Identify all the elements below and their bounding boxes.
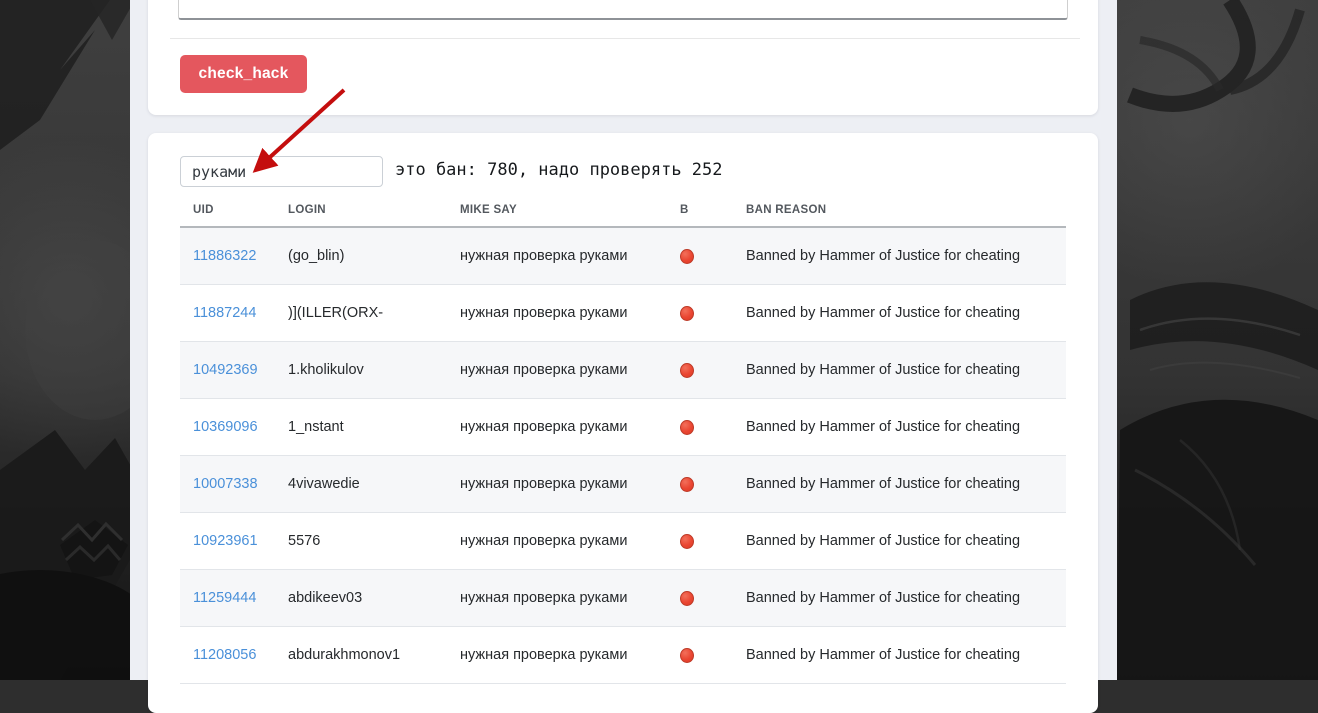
header-ban-reason: BAN REASON (746, 203, 827, 216)
table-row: 11259444 abdikeev03 нужная проверка рука… (180, 570, 1066, 627)
mike-say-cell: нужная проверка руками (460, 647, 628, 663)
uid-link[interactable]: 10923961 (193, 533, 258, 549)
table-row: 10492369 1.kholikulov нужная проверка ру… (180, 342, 1066, 399)
ban-reason-cell: Banned by Hammer of Justice for cheating (746, 533, 1021, 549)
table-row: 11887244 )](ILLER(ORX- нужная проверка р… (180, 285, 1066, 342)
ban-table: UID LOGIN MIKE SAY B BAN REASON 11886322… (180, 193, 1066, 684)
top-panel: check_hack (148, 0, 1098, 115)
header-uid: UID (193, 203, 214, 216)
uid-link[interactable]: 10492369 (193, 362, 258, 378)
ban-summary-text: это бан: 780, надо проверять 252 (395, 160, 723, 180)
hack-input-textarea[interactable] (178, 0, 1068, 20)
mike-say-cell: нужная проверка руками (460, 590, 628, 606)
mike-say-cell: нужная проверка руками (460, 476, 628, 492)
table-row: 11886322 (go_blin) нужная проверка рукам… (180, 228, 1066, 285)
red-circle-icon (680, 590, 694, 606)
login-cell: abdurakhmonov1 (288, 647, 401, 663)
ban-reason-cell: Banned by Hammer of Justice for cheating (746, 590, 1021, 606)
mike-say-cell: нужная проверка руками (460, 533, 628, 549)
login-cell: 1_nstant (288, 419, 344, 435)
table-row: 10923961 5576 нужная проверка руками Ban… (180, 513, 1066, 570)
panel-divider (170, 38, 1080, 39)
results-panel: это бан: 780, надо проверять 252 UID LOG… (148, 133, 1098, 713)
red-circle-icon (680, 647, 694, 663)
mike-say-cell: нужная проверка руками (460, 305, 628, 321)
login-cell: (go_blin) (288, 248, 345, 264)
ban-reason-cell: Banned by Hammer of Justice for cheating (746, 419, 1021, 435)
table-header-row: UID LOGIN MIKE SAY B BAN REASON (180, 193, 1066, 228)
table-row: 11208056 abdurakhmonov1 нужная проверка … (180, 627, 1066, 684)
mike-say-cell: нужная проверка руками (460, 362, 628, 378)
header-mike-say: MIKE SAY (460, 203, 517, 216)
filter-input[interactable] (180, 156, 383, 187)
login-cell: )](ILLER(ORX- (288, 305, 384, 321)
ban-reason-cell: Banned by Hammer of Justice for cheating (746, 362, 1021, 378)
uid-link[interactable]: 11208056 (193, 647, 256, 663)
red-circle-icon (680, 362, 694, 378)
ban-reason-cell: Banned by Hammer of Justice for cheating (746, 248, 1021, 264)
header-login: LOGIN (288, 203, 326, 216)
red-circle-icon (680, 476, 694, 492)
ban-reason-cell: Banned by Hammer of Justice for cheating (746, 305, 1021, 321)
table-row: 10369096 1_nstant нужная проверка руками… (180, 399, 1066, 456)
check-hack-button[interactable]: check_hack (180, 55, 307, 93)
red-circle-icon (680, 533, 694, 549)
table-row: 10007338 4vivawedie нужная проверка рука… (180, 456, 1066, 513)
red-circle-icon (680, 248, 694, 264)
login-cell: 4vivawedie (288, 476, 360, 492)
login-cell: 5576 (288, 533, 321, 549)
login-cell: 1.kholikulov (288, 362, 364, 378)
uid-link[interactable]: 10007338 (193, 476, 258, 492)
uid-link[interactable]: 11886322 (193, 248, 256, 264)
mike-say-cell: нужная проверка руками (460, 419, 628, 435)
ban-reason-cell: Banned by Hammer of Justice for cheating (746, 647, 1021, 663)
uid-link[interactable]: 11259444 (193, 590, 256, 606)
uid-link[interactable]: 11887244 (193, 305, 256, 321)
ban-reason-cell: Banned by Hammer of Justice for cheating (746, 476, 1021, 492)
red-circle-icon (680, 419, 694, 435)
ban-table-body: 11886322 (go_blin) нужная проверка рукам… (180, 228, 1066, 684)
mike-say-cell: нужная проверка руками (460, 248, 628, 264)
header-b: B (680, 203, 689, 216)
uid-link[interactable]: 10369096 (193, 419, 258, 435)
red-circle-icon (680, 305, 694, 321)
login-cell: abdikeev03 (288, 590, 363, 606)
